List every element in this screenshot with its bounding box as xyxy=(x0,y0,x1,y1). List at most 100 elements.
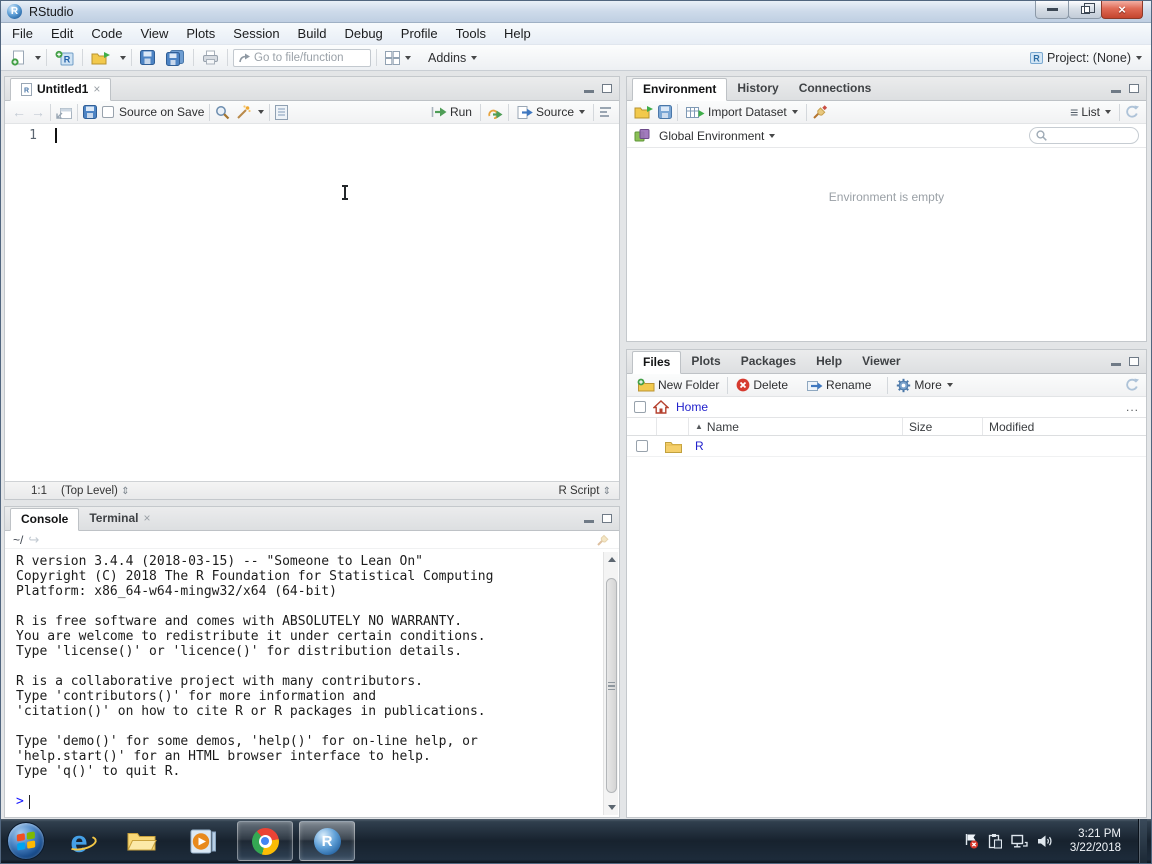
document-outline-icon[interactable] xyxy=(599,106,612,118)
scope-selector[interactable]: (Top Level) ⇕ xyxy=(61,485,129,497)
taskbar-media-player[interactable] xyxy=(175,821,231,861)
code-tools-wand-icon[interactable] xyxy=(235,105,251,120)
find-replace-icon[interactable] xyxy=(215,105,230,120)
run-button[interactable]: Run xyxy=(428,103,475,121)
new-file-button[interactable] xyxy=(7,48,28,68)
menu-code[interactable]: Code xyxy=(82,23,131,45)
tab-files[interactable]: Files xyxy=(632,351,681,374)
project-selector[interactable]: R Project: (None) xyxy=(1026,49,1145,67)
menu-session[interactable]: Session xyxy=(224,23,288,45)
save-all-button[interactable] xyxy=(163,48,188,68)
tab-help[interactable]: Help xyxy=(806,350,852,373)
breadcrumb-home-link[interactable]: Home xyxy=(676,400,708,414)
tab-console[interactable]: Console xyxy=(10,508,79,531)
taskbar-chrome[interactable] xyxy=(237,821,293,861)
rename-button[interactable]: Rename xyxy=(804,376,874,394)
column-header-modified[interactable]: Modified xyxy=(983,418,1146,435)
pane-minimize-icon[interactable] xyxy=(584,90,594,93)
restore-button[interactable] xyxy=(1068,1,1102,19)
tab-close-icon[interactable]: × xyxy=(93,78,100,101)
minimize-button[interactable] xyxy=(1035,1,1069,19)
rerun-icon[interactable] xyxy=(486,106,503,119)
forward-icon[interactable]: → xyxy=(31,104,45,120)
taskbar-clock[interactable]: 3:21 PM 3/22/2018 xyxy=(1062,827,1129,855)
save-doc-icon[interactable] xyxy=(83,105,97,119)
file-type-selector[interactable]: R Script ⇕ xyxy=(559,485,612,497)
compile-report-icon[interactable] xyxy=(275,105,288,120)
more-button[interactable]: More xyxy=(893,376,955,395)
open-in-folder-icon[interactable]: ↪ xyxy=(28,532,39,548)
notification-program-icon[interactable] xyxy=(988,833,1002,849)
tab-untitled1[interactable]: R Untitled1 × xyxy=(10,78,111,101)
pane-maximize-icon[interactable] xyxy=(1129,357,1139,366)
import-dataset-button[interactable]: Import Dataset xyxy=(683,103,801,121)
taskbar-internet-explorer[interactable]: e xyxy=(51,821,107,861)
open-recent-caret[interactable] xyxy=(120,56,126,60)
source-editor[interactable]: 1 xyxy=(5,125,619,481)
close-button[interactable]: × xyxy=(1101,1,1143,19)
volume-icon[interactable] xyxy=(1037,834,1053,849)
code-tools-caret[interactable] xyxy=(258,110,264,114)
environment-search-box[interactable] xyxy=(1029,127,1139,144)
show-desktop-button[interactable] xyxy=(1138,819,1147,863)
addins-button[interactable]: Addins xyxy=(425,49,480,67)
workspace-panes-button[interactable] xyxy=(382,49,414,67)
column-header-size[interactable]: Size xyxy=(903,418,983,435)
source-button[interactable]: Source xyxy=(514,103,588,121)
scrollbar-thumb[interactable] xyxy=(606,578,617,793)
menu-file[interactable]: File xyxy=(3,23,42,45)
scroll-down-button[interactable] xyxy=(604,800,619,815)
pane-maximize-icon[interactable] xyxy=(1129,84,1139,93)
environment-search-input[interactable] xyxy=(1051,130,1131,142)
menu-debug[interactable]: Debug xyxy=(335,23,391,45)
console-output-area[interactable]: R version 3.4.4 (2018-03-15) -- "Someone… xyxy=(5,550,619,817)
print-button[interactable] xyxy=(199,48,222,67)
tab-environment[interactable]: Environment xyxy=(632,78,727,101)
select-all-checkbox[interactable] xyxy=(634,401,646,413)
tab-viewer[interactable]: Viewer xyxy=(852,350,910,373)
pane-maximize-icon[interactable] xyxy=(602,84,612,93)
menu-edit[interactable]: Edit xyxy=(42,23,82,45)
source-on-save-checkbox[interactable] xyxy=(102,106,114,118)
environment-selector[interactable]: Global Environment xyxy=(656,127,778,145)
save-button[interactable] xyxy=(137,48,158,67)
refresh-icon[interactable] xyxy=(1125,378,1139,392)
file-link-r[interactable]: R xyxy=(695,439,704,453)
title-bar[interactable]: R RStudio × xyxy=(1,1,1151,23)
tab-packages[interactable]: Packages xyxy=(731,350,806,373)
pane-minimize-icon[interactable] xyxy=(1111,363,1121,366)
path-more-button[interactable]: ... xyxy=(1126,400,1139,414)
taskbar-file-explorer[interactable] xyxy=(113,821,169,861)
save-workspace-icon[interactable] xyxy=(658,105,672,119)
open-file-button[interactable] xyxy=(88,49,113,67)
load-workspace-icon[interactable] xyxy=(634,105,653,119)
delete-button[interactable]: Delete xyxy=(733,376,791,394)
refresh-icon[interactable] xyxy=(1125,105,1139,119)
tab-connections[interactable]: Connections xyxy=(789,77,882,100)
menu-help[interactable]: Help xyxy=(495,23,540,45)
tab-history[interactable]: History xyxy=(727,77,788,100)
console-scrollbar[interactable] xyxy=(603,552,618,815)
action-center-flag-icon[interactable] xyxy=(963,833,979,849)
file-row-r[interactable]: R xyxy=(627,436,1146,457)
menu-view[interactable]: View xyxy=(131,23,177,45)
network-icon[interactable] xyxy=(1011,834,1028,849)
column-header-name[interactable]: ▲ Name xyxy=(689,418,903,435)
tab-plots[interactable]: Plots xyxy=(681,350,730,373)
display-mode-button[interactable]: ≡ List xyxy=(1067,102,1114,122)
goto-file-function-input[interactable] xyxy=(254,52,359,64)
row-checkbox[interactable] xyxy=(636,440,648,452)
tab-terminal[interactable]: Terminal × xyxy=(79,507,160,530)
new-file-dropdown-caret[interactable] xyxy=(35,56,41,60)
pane-maximize-icon[interactable] xyxy=(602,514,612,523)
menu-build[interactable]: Build xyxy=(289,23,336,45)
terminal-close-icon[interactable]: × xyxy=(143,507,150,530)
pane-minimize-icon[interactable] xyxy=(584,520,594,523)
start-button[interactable] xyxy=(7,822,45,860)
menu-tools[interactable]: Tools xyxy=(447,23,495,45)
clear-console-broom-icon[interactable] xyxy=(596,532,611,547)
scroll-up-button[interactable] xyxy=(604,552,619,567)
new-project-button[interactable]: R xyxy=(52,48,77,68)
back-icon[interactable]: ← xyxy=(12,104,26,120)
clear-environment-broom-icon[interactable] xyxy=(812,105,828,120)
